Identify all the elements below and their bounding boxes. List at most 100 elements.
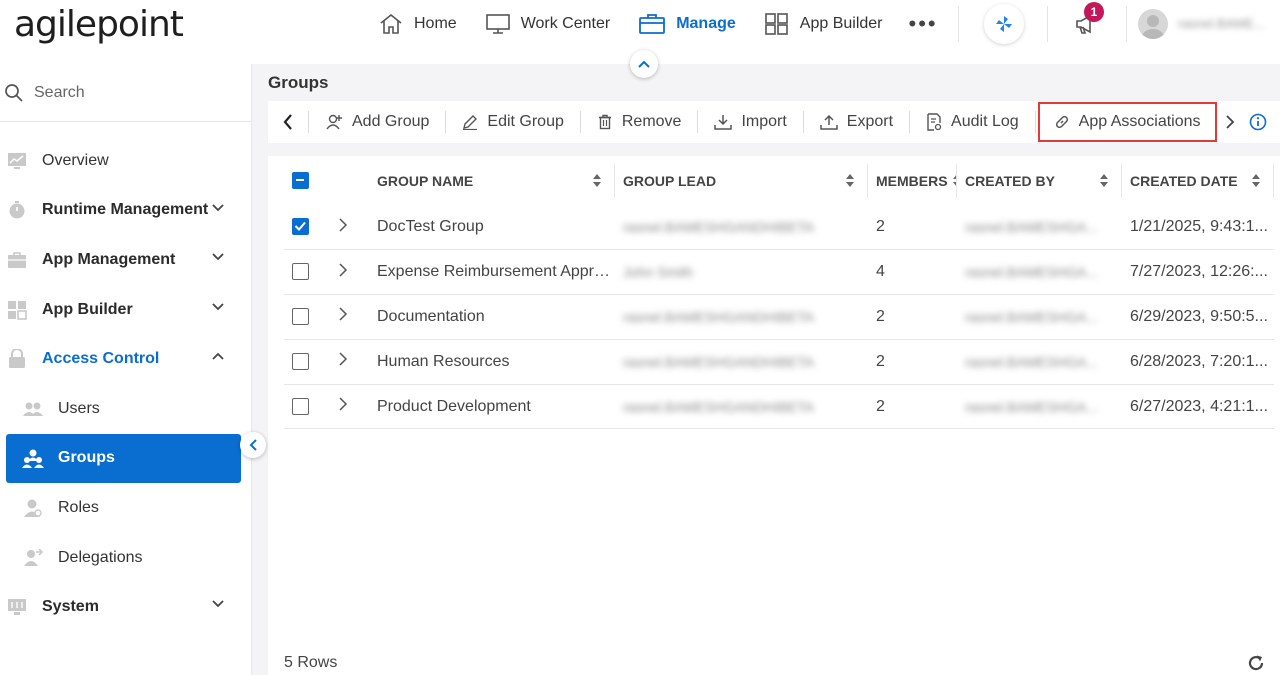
collapse-header-button[interactable]	[630, 50, 658, 78]
group-lead-cell: rasnel.BAMESHGANDHIBETA	[615, 205, 868, 251]
group-name-cell[interactable]: Documentation	[369, 294, 615, 340]
sidebar-item-roles[interactable]: Roles	[0, 483, 251, 533]
sort-icon[interactable]	[1100, 174, 1108, 187]
sort-icon[interactable]	[593, 174, 601, 187]
row-expand-cell	[330, 384, 369, 430]
table-row[interactable]: Human Resources rasnel.BAMESHGANDHIBETA 2 r…	[284, 339, 1274, 385]
info-icon	[1249, 113, 1266, 131]
nav-work-center[interactable]: Work Center	[485, 0, 610, 48]
group-name-cell[interactable]: Human Resources	[369, 339, 615, 385]
column-header-members[interactable]: MEMBERS	[868, 156, 957, 205]
sidebar: Overview Runtime Management App Manageme…	[0, 64, 266, 675]
created-date-cell: 6/28/2023, 7:20:1...	[1122, 339, 1274, 385]
group-name-cell[interactable]: DocTest Group	[369, 205, 615, 251]
link-icon	[1055, 115, 1068, 129]
members-cell: 4	[868, 249, 957, 296]
briefcase-icon	[639, 14, 666, 34]
row-checkbox[interactable]	[292, 218, 309, 236]
sidebar-item-label: Users	[58, 399, 100, 417]
sidebar-item-access-control[interactable]: Access Control	[0, 334, 251, 384]
nav-home-label: Home	[414, 15, 457, 32]
table-row[interactable]: Documentation rasnel.BAMESHGANDHIBETA 2 ras…	[284, 294, 1274, 340]
chevron-right-icon[interactable]	[338, 306, 348, 322]
briefcase-icon	[6, 249, 28, 271]
sidebar-item-overview[interactable]: Overview	[0, 136, 251, 186]
audit-log-icon	[927, 113, 942, 131]
chevron-up-icon	[638, 60, 650, 68]
info-button[interactable]	[1243, 101, 1273, 143]
sidebar-item-label: Delegations	[58, 548, 143, 566]
sort-icon[interactable]	[1252, 174, 1260, 187]
agilepoint-assistant-button[interactable]	[984, 4, 1024, 44]
chevron-down-icon	[212, 253, 224, 261]
remove-button[interactable]: Remove	[581, 103, 698, 141]
sidebar-item-runtime-management[interactable]: Runtime Management	[0, 186, 251, 236]
sidebar-item-app-builder[interactable]: App Builder	[0, 285, 251, 335]
audit-log-button[interactable]: Audit Log	[910, 103, 1035, 141]
groups-grid: GROUP NAME GROUP LEAD MEMBERS CREATED BY…	[268, 156, 1280, 675]
group-lead-cell: John Smith	[615, 249, 868, 296]
refresh-button[interactable]	[1246, 653, 1266, 675]
column-header-created-date[interactable]: CREATED DATE	[1122, 156, 1274, 205]
sort-icon[interactable]	[846, 174, 854, 187]
members-cell: 2	[868, 339, 957, 385]
collapse-sidebar-button[interactable]	[240, 432, 266, 458]
row-select-cell	[284, 339, 330, 385]
sidebar-item-app-management[interactable]: App Management	[0, 235, 251, 285]
toolbar-scroll-right-button[interactable]	[1217, 101, 1243, 143]
chevron-right-icon[interactable]	[338, 262, 348, 278]
nav-home[interactable]: Home	[378, 0, 457, 48]
table-row[interactable]: Expense Reimbursement Appro... John Smith…	[284, 249, 1274, 296]
nav-manage[interactable]: Manage	[638, 0, 736, 48]
row-checkbox[interactable]	[292, 353, 309, 371]
column-header-created-by[interactable]: CREATED BY	[957, 156, 1122, 205]
add-group-button[interactable]: Add Group	[309, 103, 445, 141]
nav-app-builder[interactable]: App Builder	[764, 0, 883, 48]
audit-log-label: Audit Log	[951, 113, 1019, 130]
sidebar-item-system[interactable]: System	[0, 582, 251, 632]
select-all-checkbox[interactable]	[292, 172, 309, 190]
avatar[interactable]	[1138, 9, 1168, 39]
chevron-right-icon[interactable]	[338, 351, 348, 367]
username[interactable]: rasnel.BAME...	[1178, 16, 1274, 30]
export-button[interactable]: Export	[804, 103, 909, 141]
row-checkbox[interactable]	[292, 397, 309, 415]
header-divider	[958, 6, 959, 42]
toolbar-divider	[1034, 111, 1036, 133]
table-row[interactable]: DocTest Group rasnel.BAMESHGANDHIBETA 2 ras…	[284, 205, 1274, 251]
group-name-cell[interactable]: Expense Reimbursement Appro...	[369, 249, 615, 296]
sidebar-item-delegations[interactable]: Delegations	[0, 533, 251, 583]
sidebar-item-label: App Management	[42, 250, 176, 268]
row-checkbox[interactable]	[292, 263, 309, 281]
import-button[interactable]: Import	[698, 103, 802, 141]
group-name-cell[interactable]: Product Development	[369, 384, 615, 430]
app-root: agilepoint Home Work Center Manage App B…	[0, 0, 1280, 675]
app-associations-button[interactable]: App Associations	[1037, 102, 1217, 142]
upload-icon	[820, 114, 838, 130]
more-menu-icon[interactable]: •••	[909, 0, 938, 48]
home-icon	[380, 13, 402, 34]
system-icon	[6, 596, 28, 618]
column-header-group-name[interactable]: GROUP NAME	[369, 156, 615, 205]
row-select-cell	[284, 249, 330, 296]
toolbar-scroll-left-button[interactable]	[268, 101, 308, 143]
table-row[interactable]: Product Development rasnel.BAMESHGANDHIBE…	[284, 384, 1274, 430]
search-input[interactable]	[34, 83, 234, 102]
column-header-label: CREATED DATE	[1130, 172, 1238, 189]
download-icon	[714, 115, 733, 130]
chevron-right-icon[interactable]	[338, 396, 348, 412]
sidebar-item-users[interactable]: Users	[0, 384, 251, 434]
column-header-group-lead[interactable]: GROUP LEAD	[615, 156, 868, 205]
user-avatar-icon	[1142, 15, 1164, 39]
row-checkbox[interactable]	[292, 308, 309, 326]
group-lead-cell: rasnel.BAMESHGANDHIBETA	[615, 384, 868, 430]
edit-group-button[interactable]: Edit Group	[446, 103, 579, 141]
column-header-label: CREATED BY	[965, 172, 1055, 189]
chevron-right-icon[interactable]	[338, 217, 348, 233]
import-label: Import	[741, 113, 787, 130]
column-header-label: GROUP LEAD	[623, 172, 717, 189]
members-cell: 2	[868, 384, 957, 430]
sidebar-item-groups[interactable]: Groups	[6, 433, 241, 484]
agilepoint-logo[interactable]: agilepoint	[14, 4, 184, 45]
sidebar-search[interactable]	[0, 64, 251, 122]
